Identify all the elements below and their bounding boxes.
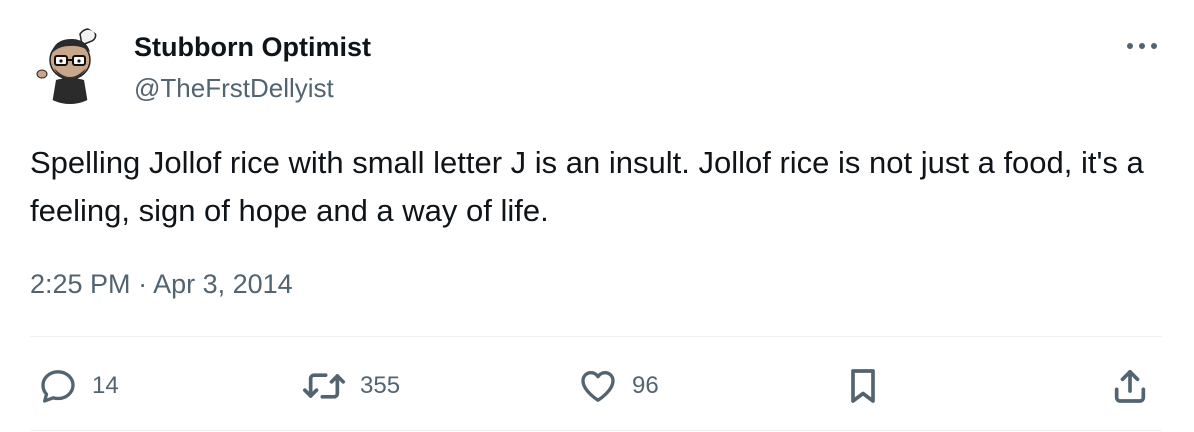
tweet-timestamp: 2:25 PM · Apr 3, 2014 — [30, 266, 293, 302]
reply-icon — [38, 366, 78, 406]
bookmark-icon — [845, 366, 881, 406]
tweet-text: Spelling Jollof rice with small letter J… — [30, 145, 1153, 228]
tweet-date[interactable]: Apr 3, 2014 — [153, 269, 293, 299]
bookmark-button[interactable] — [845, 364, 881, 408]
retweet-button[interactable]: 355 — [302, 364, 400, 408]
heart-icon — [578, 366, 618, 406]
retweet-icon — [302, 366, 346, 406]
cartoon-chef-avatar-icon — [36, 28, 97, 104]
retweet-count: 355 — [360, 372, 401, 399]
display-name[interactable]: Stubborn Optimist — [134, 31, 371, 63]
tweet-card: Stubborn Optimist @TheFrstDellyist Spell… — [0, 0, 1194, 432]
like-button[interactable]: 96 — [578, 364, 659, 408]
tweet-time[interactable]: 2:25 PM — [30, 269, 131, 299]
user-handle[interactable]: @TheFrstDellyist — [134, 72, 334, 104]
meta-separator: · — [138, 269, 148, 299]
share-button[interactable] — [1110, 364, 1150, 408]
divider-bottom — [30, 430, 1162, 431]
reply-count: 14 — [92, 372, 119, 399]
more-options-button[interactable] — [1118, 34, 1166, 58]
reply-button[interactable]: 14 — [38, 364, 119, 408]
like-count: 96 — [632, 372, 659, 399]
more-dots-icon — [1127, 43, 1157, 49]
share-icon — [1110, 366, 1150, 406]
avatar[interactable] — [30, 24, 110, 104]
divider — [30, 336, 1162, 337]
